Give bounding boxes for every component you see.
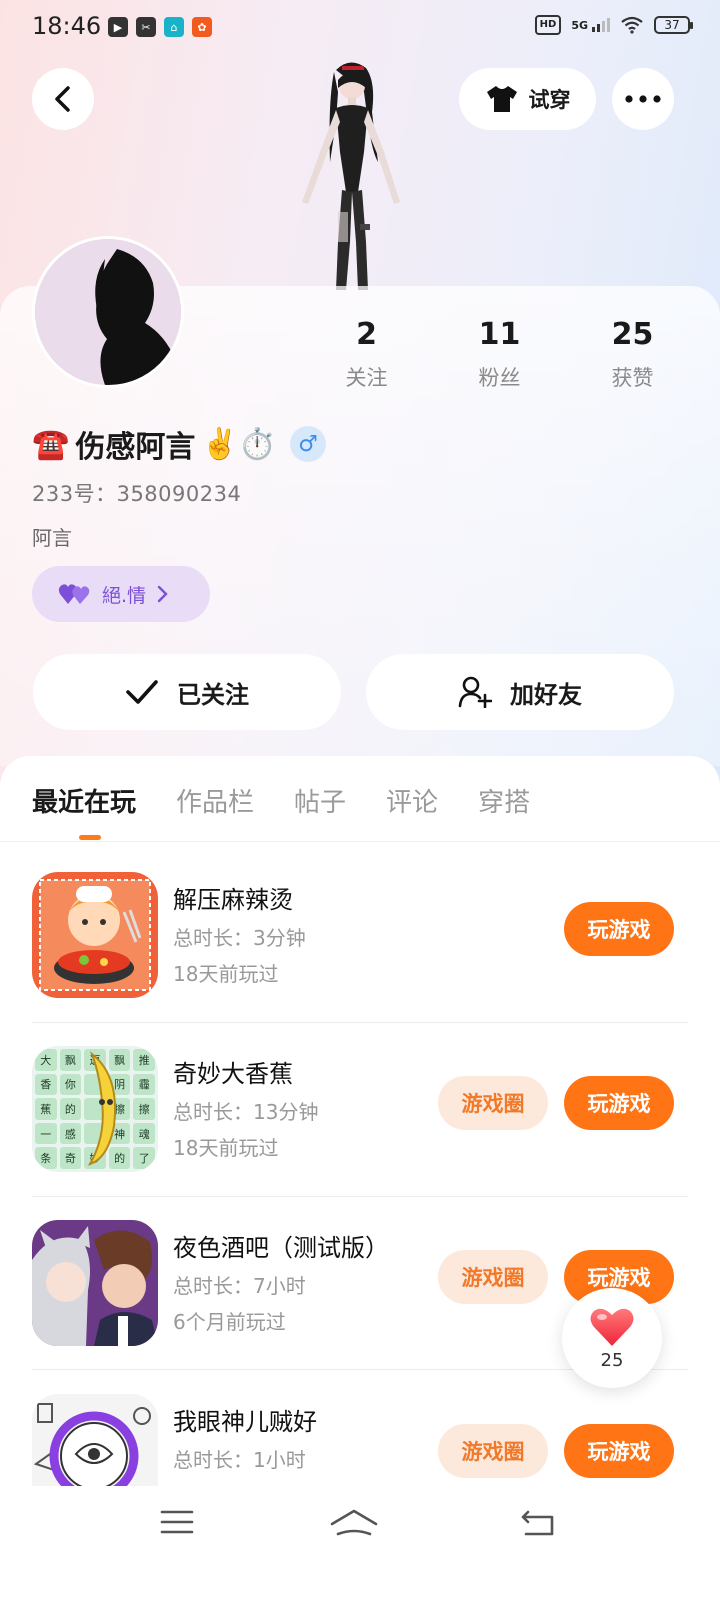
user-id[interactable]: 233号：358090234 [32,478,241,508]
game-last-played: 18天前玩过 [173,962,279,986]
game-circle-button[interactable]: 游戏圈 [438,1424,548,1478]
home-icon [330,1509,378,1536]
banana-icon [87,1051,117,1166]
back-button[interactable] [32,68,94,130]
game-name: 夜色酒吧（测试版） [173,1234,389,1262]
chevron-right-icon [157,585,168,603]
user-bio: 阿言 [32,526,72,550]
like-button[interactable]: 25 [562,1288,662,1388]
game-playtime: 总时长：7小时 [173,1274,306,1298]
system-nav-bar [0,1486,720,1600]
play-game-button[interactable]: 玩游戏 [564,1076,674,1130]
stat-value: 2 [356,317,377,352]
tab-works[interactable]: 作品栏 [176,782,254,819]
avatar-figure [302,62,400,290]
more-options-button[interactable] [612,68,674,130]
game-name: 奇妙大香蕉 [173,1060,293,1088]
home-nav-button[interactable] [330,1508,378,1542]
add-user-icon [458,676,492,708]
system-status: HD 5G 37 [534,15,693,35]
back-nav-button[interactable] [520,1508,556,1542]
partner-name: 絕.情 [102,584,147,607]
game-last-played: 6个月前玩过 [173,1310,286,1334]
wifi-icon [621,16,643,34]
nickname: ☎️ 伤感阿言 ✌️⏱️ ♂ [32,422,327,466]
stat-label: 粉丝 [478,366,521,390]
avatar-image [35,239,181,385]
game-icon[interactable]: 大飘逗飘推香你阴霾蕉的擦擦一感神魂条奇妙的了 [32,1046,158,1172]
menu-nav-button[interactable] [160,1508,194,1540]
followed-button[interactable]: 已关注 [33,654,341,730]
profile-tabs: 最近在玩 作品栏 帖子 评论 穿搭 [32,782,530,819]
status-bar: 18:46 ▶ ✂ ⌂ ✿ HD 5G 37 [0,0,720,56]
menu-icon [160,1510,194,1534]
add-friend-button[interactable]: 加好友 [366,654,674,730]
play-game-button[interactable]: 玩游戏 [564,902,674,956]
phone-emoji: ☎️ [32,426,70,462]
game-playtime: 总时长：13分钟 [173,1100,319,1124]
heart-icon [590,1308,634,1346]
tab-posts[interactable]: 帖子 [294,782,346,819]
hd-icon: HD [534,15,562,35]
nickname-text: 伤感阿言 [75,430,196,465]
game-row[interactable]: 大飘逗飘推香你阴霾蕉的擦擦一感神魂条奇妙的了 奇妙大香蕉 总时长：13分钟 18… [32,1016,688,1190]
return-icon [521,1510,554,1536]
partner-badge[interactable]: 絕.情 [32,566,210,622]
game-icon[interactable] [32,1220,158,1346]
app-notification-icon: ✿ [192,17,212,37]
stat-label: 获赞 [611,366,654,390]
followed-label: 已关注 [177,680,249,709]
add-friend-label: 加好友 [510,680,582,709]
game-name: 我眼神儿贼好 [173,1408,317,1436]
double-heart-icon [58,584,90,604]
spicy-hotpot-icon [32,872,158,998]
try-on-label: 试穿 [528,88,571,112]
home-app-icon: ⌂ [164,17,184,37]
stat-followers[interactable]: 11 粉丝 [433,318,566,392]
play-game-button[interactable]: 玩游戏 [564,1424,674,1478]
tshirt-icon [486,86,517,112]
scissors-icon: ✂ [136,17,156,37]
game-row[interactable]: 解压麻辣烫 总时长：3分钟 18天前玩过 玩游戏 [32,842,688,1016]
game-name: 解压麻辣烫 [173,886,293,914]
battery-icon: 37 [654,16,693,34]
check-icon [126,680,158,704]
like-count: 25 [600,1349,624,1371]
stat-value: 11 [478,317,521,352]
game-circle-button[interactable]: 游戏圈 [438,1250,548,1304]
stat-label: 关注 [345,366,388,390]
tab-outfits[interactable]: 穿搭 [478,782,530,819]
tab-comments[interactable]: 评论 [386,782,438,819]
tab-recently-played[interactable]: 最近在玩 [32,782,136,819]
game-icon[interactable] [32,872,158,998]
battery-level: 37 [664,18,680,32]
video-icon: ▶ [108,17,128,37]
game-circle-button[interactable]: 游戏圈 [438,1076,548,1130]
nickname-emoji: ✌️⏱️ [201,426,277,462]
stat-value: 25 [611,317,654,352]
avatar[interactable] [32,236,184,388]
profile-stats: 2 关注 11 粉丝 25 获赞 [300,318,700,392]
network-type: 5G [571,19,588,32]
male-gender-icon: ♂ [290,426,327,462]
active-tab-indicator [79,835,101,840]
status-time: 18:46 [32,12,102,40]
notification-icons: ▶ ✂ ⌂ ✿ [108,17,212,37]
stat-likes[interactable]: 25 获赞 [566,318,699,392]
game-playtime: 总时长：1小时 [173,1448,306,1472]
more-dots-icon [625,95,661,103]
chevron-left-icon [55,86,70,112]
stat-following[interactable]: 2 关注 [300,318,433,392]
signal-icon: 5G [571,18,610,32]
game-last-played: 18天前玩过 [173,1136,279,1160]
try-on-button[interactable]: 试穿 [459,68,596,130]
game-playtime: 总时长：3分钟 [173,926,306,950]
night-bar-icon [32,1220,158,1346]
